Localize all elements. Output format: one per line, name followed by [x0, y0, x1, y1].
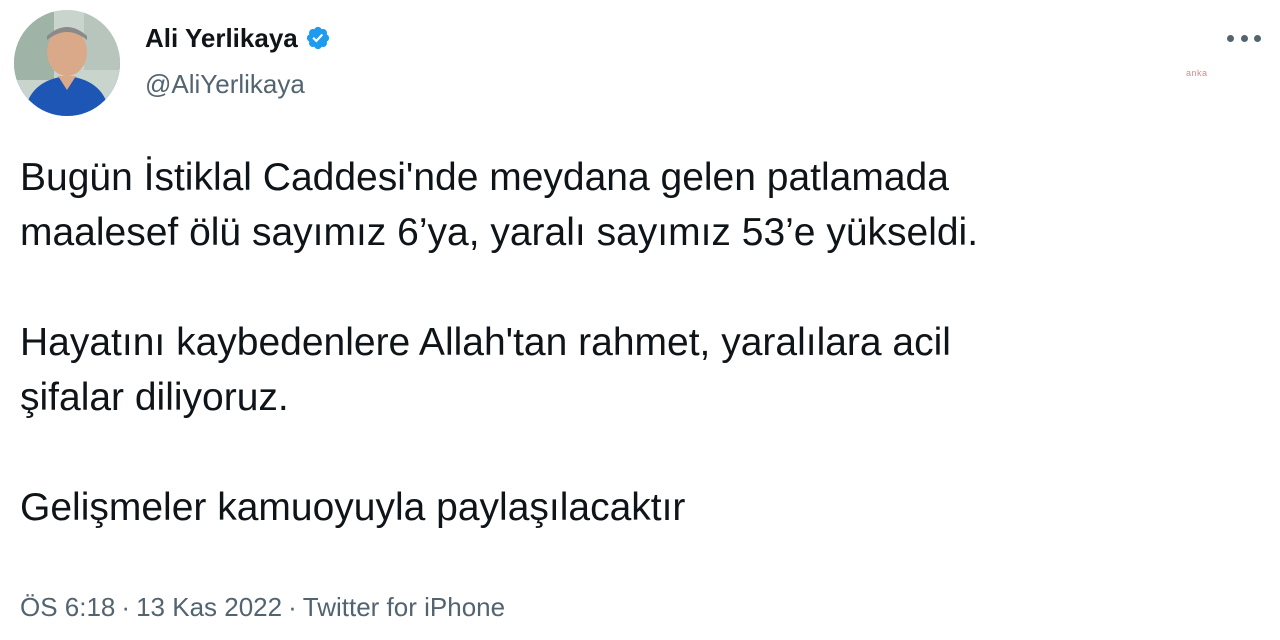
meta-separator: · — [121, 592, 131, 622]
dot — [1254, 34, 1261, 42]
tweet-time[interactable]: ÖS 6:18 — [20, 592, 115, 622]
tweet-line: Gelişmeler kamuoyuyla paylaşılacaktır — [20, 486, 686, 529]
tweet-line: Hayatını kaybedenlere Allah'tan rahmet, … — [20, 321, 951, 364]
watermark: anka — [1186, 68, 1208, 78]
meta-separator: · — [288, 592, 297, 622]
author-name[interactable]: Ali Yerlikaya — [145, 22, 298, 54]
tweet-line: Bugün İstiklal Caddesi'nde meydana gelen… — [20, 156, 949, 199]
author-handle[interactable]: @AliYerlikaya — [145, 68, 305, 100]
tweet-text: Bugün İstiklal Caddesi'nde meydana gelen… — [20, 150, 1260, 535]
tweet-line: maalesef ölü sayımız 6’ya, yaralı sayımı… — [20, 211, 979, 254]
tweet-date[interactable]: 13 Kas 2022 — [136, 592, 282, 622]
verified-badge-icon — [305, 25, 331, 51]
avatar[interactable] — [14, 10, 120, 116]
dot — [1227, 34, 1234, 42]
tweet-source[interactable]: Twitter for iPhone — [303, 592, 505, 622]
dot — [1240, 34, 1248, 42]
more-options-icon[interactable] — [1227, 28, 1261, 48]
tweet-line: şifalar diliyoruz. — [20, 376, 289, 419]
tweet-meta: ÖS 6:18 · 13 Kas 2022 · Twitter for iPhone — [20, 589, 505, 625]
author-row: Ali Yerlikaya — [145, 22, 331, 54]
